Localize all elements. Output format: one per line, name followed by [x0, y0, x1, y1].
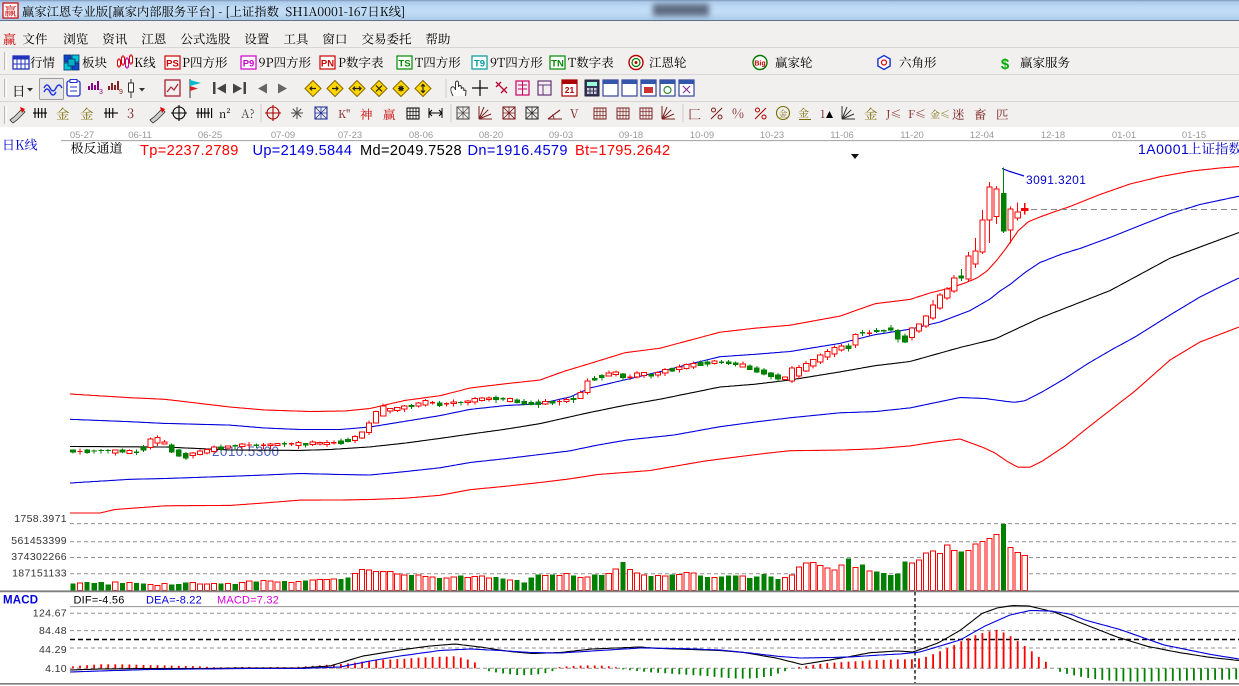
svg-text:PN: PN — [321, 59, 334, 70]
svg-text:3: 3 — [99, 89, 103, 96]
svg-text:TN: TN — [551, 59, 564, 70]
svg-text:124.67: 124.67 — [33, 608, 67, 620]
svg-text:09-18: 09-18 — [619, 130, 643, 141]
svg-text:07-23: 07-23 — [338, 130, 362, 141]
svg-text:MACD=7.32: MACD=7.32 — [217, 595, 279, 607]
svg-text:12-18: 12-18 — [1041, 130, 1065, 141]
svg-text:P9: P9 — [243, 59, 255, 70]
svg-text:374302266: 374302266 — [11, 551, 67, 563]
svg-text:Up=2149.5844: Up=2149.5844 — [253, 143, 353, 159]
svg-text:11-20: 11-20 — [900, 130, 924, 141]
svg-text:9: 9 — [119, 89, 123, 96]
svg-text:3091.3201: 3091.3201 — [1026, 173, 1086, 187]
svg-text:Md=2049.7528: Md=2049.7528 — [360, 143, 462, 159]
svg-text:187151133: 187151133 — [12, 567, 67, 579]
svg-text:06-11: 06-11 — [128, 130, 152, 141]
svg-text:T9: T9 — [474, 59, 485, 70]
svg-text:Big: Big — [754, 61, 765, 68]
svg-text:$: $ — [1001, 56, 1010, 73]
svg-text:PS: PS — [166, 59, 179, 70]
svg-text:TS: TS — [398, 59, 410, 70]
svg-text:10-09: 10-09 — [690, 130, 714, 141]
svg-text:08-20: 08-20 — [479, 130, 503, 141]
svg-text:21: 21 — [565, 85, 575, 95]
svg-text:DEA=-8.22: DEA=-8.22 — [146, 595, 202, 607]
svg-text:05-27: 05-27 — [70, 130, 94, 141]
svg-text:11-06: 11-06 — [830, 130, 854, 141]
svg-text:1A0001: 1A0001 — [1138, 141, 1189, 157]
svg-text:2010.5300: 2010.5300 — [212, 444, 279, 459]
svg-text:08-06: 08-06 — [409, 130, 433, 141]
svg-text:4.10: 4.10 — [45, 663, 67, 675]
svg-text:84.48: 84.48 — [39, 625, 67, 637]
svg-text:561453399: 561453399 — [11, 535, 67, 547]
svg-text:44.29: 44.29 — [39, 644, 67, 656]
svg-text:10-23: 10-23 — [760, 130, 784, 141]
svg-text:01-01: 01-01 — [1112, 130, 1136, 141]
svg-text:Tp=2237.2789: Tp=2237.2789 — [140, 143, 239, 159]
svg-text:MACD: MACD — [3, 595, 38, 607]
svg-text:09-03: 09-03 — [549, 130, 573, 141]
svg-text:DIF=-4.56: DIF=-4.56 — [74, 595, 125, 607]
svg-text:07-09: 07-09 — [271, 130, 295, 141]
svg-text:01-15: 01-15 — [1182, 130, 1206, 141]
svg-text:Bt=1795.2642: Bt=1795.2642 — [575, 143, 671, 159]
svg-text:12-04: 12-04 — [970, 130, 994, 141]
svg-text:06-25: 06-25 — [198, 130, 222, 141]
svg-text:1758.3971: 1758.3971 — [14, 513, 67, 525]
svg-text:Dn=1916.4579: Dn=1916.4579 — [468, 143, 568, 159]
